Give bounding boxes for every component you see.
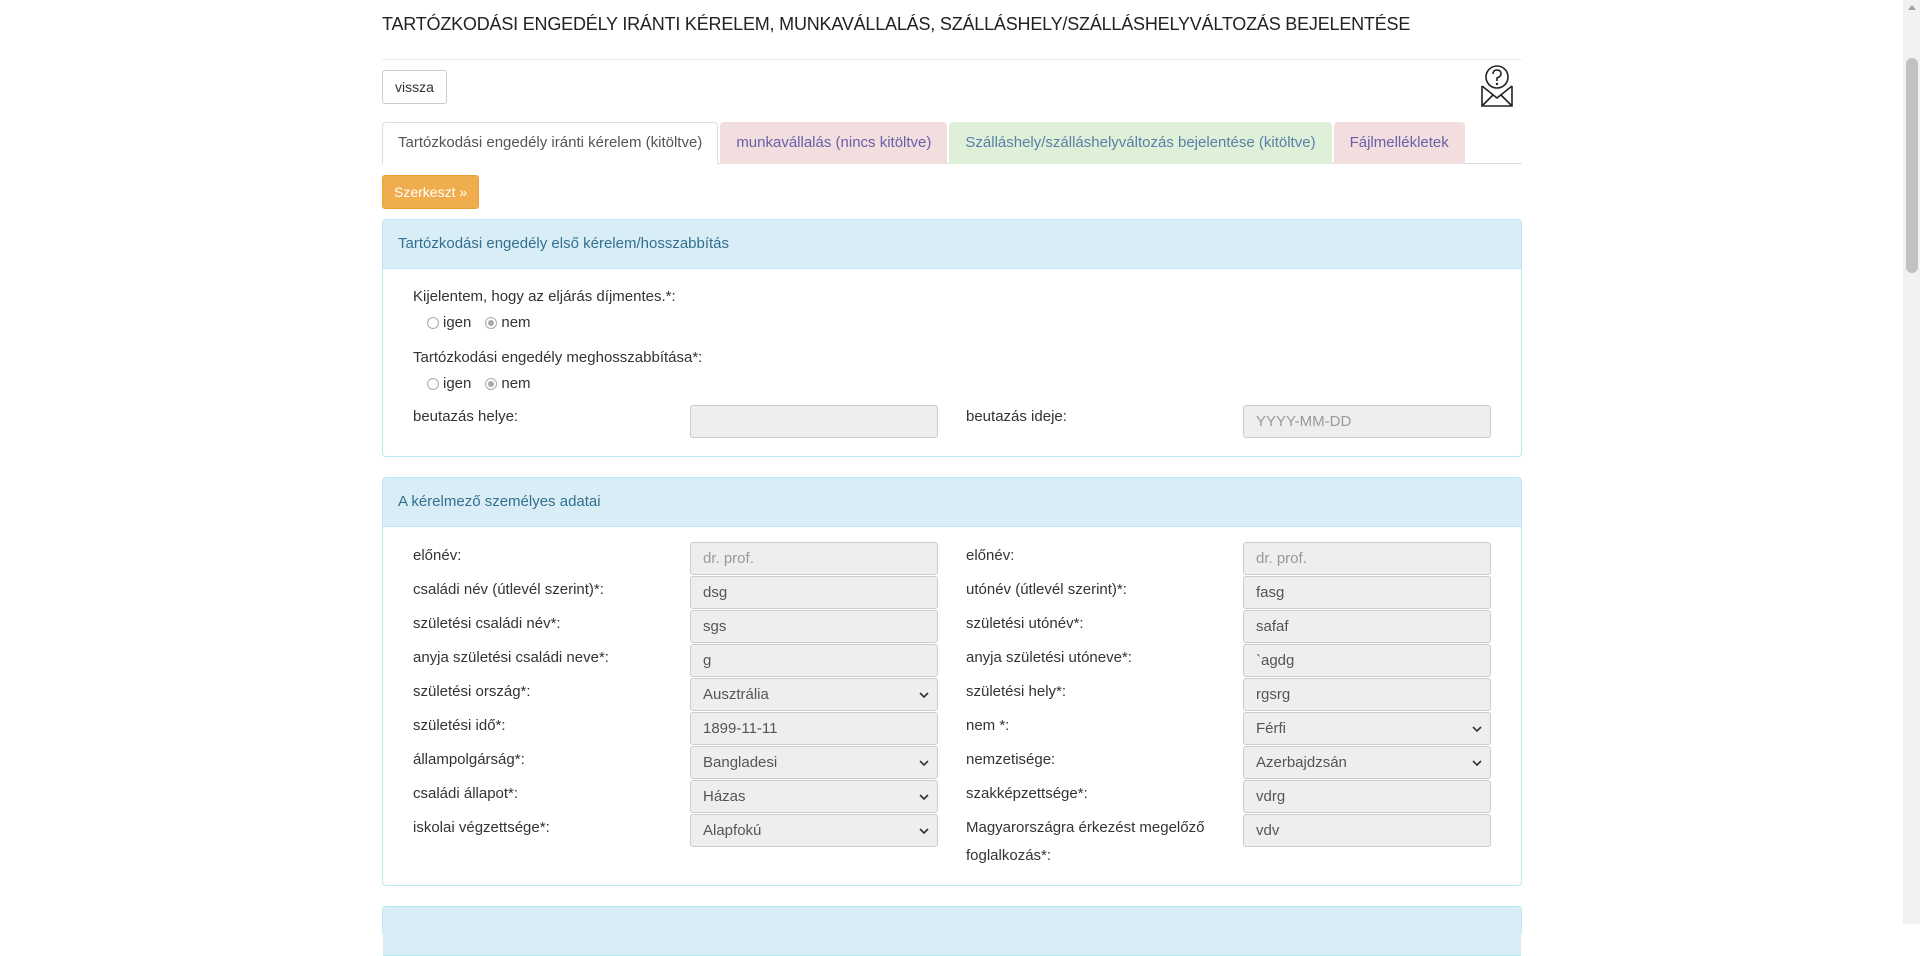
chevron-down-icon — [919, 794, 929, 801]
marital-status-label: családi állapot*: — [413, 785, 519, 802]
nationality-label: nemzetisége: — [966, 751, 1056, 768]
previous-occupation-label: Magyarországra érkezést megelőző foglalk… — [966, 814, 1226, 870]
birth-place-field[interactable]: rgsrg — [1243, 678, 1491, 711]
edit-button[interactable]: Szerkeszt » — [382, 175, 480, 209]
citizenship-value: Bangladesi — [703, 754, 778, 771]
chevron-down-icon — [919, 828, 929, 835]
marital-status-value: Házas — [703, 788, 746, 805]
sex-value: Férfi — [1256, 720, 1286, 737]
tab-bar: Tartózkodási engedély iránti kérelem (ki… — [382, 122, 1522, 165]
birth-given-name-label: születési utónév*: — [966, 615, 1084, 632]
birth-family-name-field[interactable]: sgs — [690, 610, 938, 643]
tab-accommodation[interactable]: Szálláshely/szálláshelyváltozás bejelent… — [949, 122, 1332, 164]
birth-country-select[interactable]: Ausztrália — [690, 678, 938, 711]
birth-given-name-field[interactable]: safaf — [1243, 610, 1491, 643]
family-name-field[interactable]: dsg — [690, 576, 938, 609]
birth-date-label: születési idő*: — [413, 717, 506, 734]
fee-exempt-yes[interactable]: igen — [427, 314, 471, 331]
entry-place-field[interactable] — [690, 405, 938, 438]
marital-status-select[interactable]: Házas — [690, 780, 938, 813]
given-name-label: utónév (útlevél szerint)*: — [966, 581, 1127, 598]
previous-occupation-field[interactable]: vdv — [1243, 814, 1491, 847]
entry-time-label: beutazás ideje: — [966, 408, 1067, 425]
prefix-field[interactable]: dr. prof. — [690, 542, 938, 575]
back-button[interactable]: vissza — [382, 70, 447, 104]
page-scrollbar[interactable] — [1903, 0, 1920, 924]
birth-place-label: születési hely*: — [966, 683, 1067, 700]
mother-given-name-field[interactable]: `agdg — [1243, 644, 1491, 677]
entry-place-label: beutazás helye: — [413, 408, 519, 425]
prefix-label: előnév: — [413, 547, 462, 564]
citizenship-label: állampolgárság*: — [413, 751, 525, 768]
mother-family-name-field[interactable]: g — [690, 644, 938, 677]
birth-country-label: születési ország*: — [413, 683, 531, 700]
family-name-label: családi név (útlevél szerint)*: — [413, 581, 604, 598]
birth-family-name-label: születési családi név*: — [413, 615, 561, 632]
extension-no[interactable]: nem — [485, 375, 531, 392]
fee-exempt-radio-group: igen nem — [427, 314, 545, 331]
tab-residence-permit[interactable]: Tartózkodási engedély iránti kérelem (ki… — [382, 122, 719, 165]
tab-employment[interactable]: munkavállalás (nincs kitöltve) — [720, 122, 948, 164]
previous-occupation-label-line1: Magyarországra érkezést megelőző — [966, 819, 1205, 836]
panel-residence-request: Tartózkodási engedély első kérelem/hossz… — [382, 219, 1522, 457]
envelope-question-icon[interactable] — [1480, 64, 1514, 108]
education-value: Alapfokú — [703, 822, 762, 839]
education-select[interactable]: Alapfokú — [690, 814, 938, 847]
panel-heading — [383, 907, 1521, 956]
radio-button[interactable] — [427, 316, 439, 329]
nationality-value: Azerbajdzsán — [1256, 754, 1347, 771]
education-label: iskolai végzettsége*: — [413, 819, 550, 836]
page-title: TARTÓZKODÁSI ENGEDÉLY IRÁNTI KÉRELEM, MU… — [382, 0, 1522, 60]
qualification-label: szakképzettsége*: — [966, 785, 1088, 802]
toolbar: vissza — [382, 60, 1522, 122]
radio-button-checked[interactable] — [485, 316, 498, 329]
main-container: TARTÓZKODÁSI ENGEDÉLY IRÁNTI KÉRELEM, MU… — [382, 0, 1522, 956]
panel-next-section — [382, 906, 1522, 956]
extension-radio-group: igen nem — [427, 375, 545, 392]
previous-occupation-label-line2: foglalkozás*: — [966, 847, 1052, 864]
chevron-down-icon — [919, 692, 929, 699]
radio-button-checked[interactable] — [485, 377, 498, 390]
extension-question: Tartózkodási engedély meghosszabbítása*: — [413, 349, 703, 366]
sex-label: nem *: — [966, 717, 1010, 734]
prefix-label-right: előnév: — [966, 547, 1015, 564]
birth-country-value: Ausztrália — [703, 686, 769, 703]
panel-heading: Tartózkodási engedély első kérelem/hossz… — [383, 220, 1521, 269]
fee-exempt-no[interactable]: nem — [485, 314, 531, 331]
chevron-down-icon — [1472, 726, 1482, 733]
qualification-field[interactable]: vdrg — [1243, 780, 1491, 813]
scrollbar-thumb[interactable] — [1906, 58, 1918, 273]
radio-button[interactable] — [427, 377, 439, 390]
chevron-down-icon — [1472, 760, 1482, 767]
sex-select[interactable]: Férfi — [1243, 712, 1491, 745]
nationality-select[interactable]: Azerbajdzsán — [1243, 746, 1491, 779]
entry-time-field[interactable]: YYYY-MM-DD — [1243, 405, 1491, 438]
citizenship-select[interactable]: Bangladesi — [690, 746, 938, 779]
tab-attachments[interactable]: Fájlmellékletek — [1333, 122, 1465, 164]
birth-date-field[interactable]: 1899-11-11 — [690, 712, 938, 745]
panel-personal-data: A kérelmező személyes adatai előnév: dr.… — [382, 477, 1522, 886]
given-name-field[interactable]: fasg — [1243, 576, 1491, 609]
mother-family-name-label: anyja születési családi neve*: — [413, 649, 609, 666]
fee-exempt-question: Kijelentem, hogy az eljárás díjmentes.*: — [413, 288, 676, 305]
scroll-up-arrow-icon[interactable] — [1908, 5, 1916, 10]
mother-given-name-label: anyja születési utóneve*: — [966, 649, 1132, 666]
extension-yes[interactable]: igen — [427, 375, 471, 392]
chevron-down-icon — [919, 760, 929, 767]
prefix-field-right[interactable]: dr. prof. — [1243, 542, 1491, 575]
panel-heading: A kérelmező személyes adatai — [383, 478, 1521, 527]
